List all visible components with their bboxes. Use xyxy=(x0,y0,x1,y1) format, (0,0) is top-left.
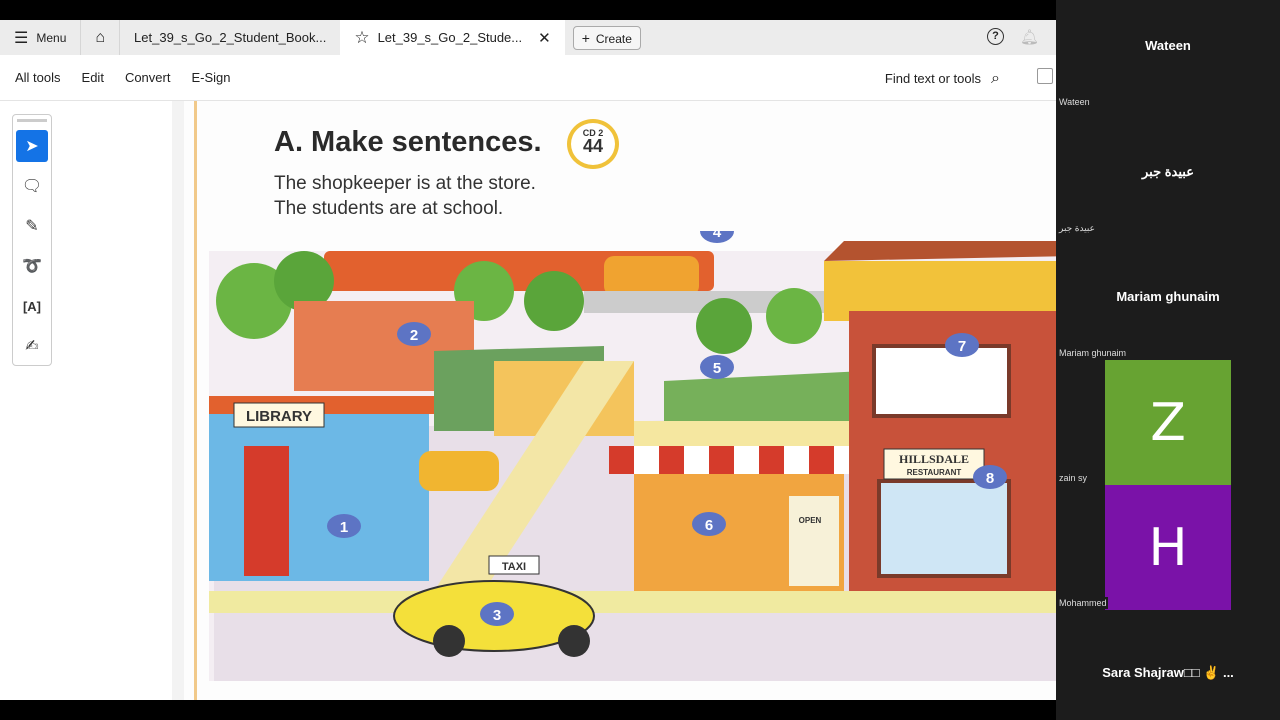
avatar-z[interactable]: Z xyxy=(1105,360,1231,485)
save-icon[interactable] xyxy=(1037,68,1053,84)
example-sentence-2: The students are at school. xyxy=(274,198,504,219)
all-tools-menu[interactable]: All tools xyxy=(15,70,61,85)
participants-panel: Wateen Wateen عبيدة جبر عبيدة جبر Mariam… xyxy=(1056,0,1280,720)
library-sign: LIBRARY xyxy=(246,408,312,425)
participant-name: Mariam ghunaim xyxy=(1116,289,1220,304)
participant-name: Sara Shajraw□□ ✌ ... xyxy=(1102,665,1234,680)
lasso-draw-icon[interactable]: ➰ xyxy=(16,250,48,282)
town-illustration: LIBRARY HILLSDALE RESTAURANT TAXI OPEN 1… xyxy=(209,231,1056,681)
restaurant-sign-1: HILLSDALE xyxy=(899,452,969,466)
badge-3: 3 xyxy=(493,607,501,624)
create-button[interactable]: + Create xyxy=(572,25,641,50)
bell-icon[interactable]: 🔔︎ xyxy=(1020,28,1039,46)
select-tool-icon[interactable]: ➤ xyxy=(16,130,48,162)
tab-bar: ☰ Menu ⌂ Let_39_s_Go_2_Student_Book... ☆ L… xyxy=(0,20,1056,55)
tab-2[interactable]: ☆ Let_39_s_Go_2_Stude... ✕ xyxy=(340,20,565,55)
pdf-viewer: ☰ Menu ⌂ Let_39_s_Go_2_Student_Book... ☆ L… xyxy=(0,20,1056,700)
home-icon: ⌂ xyxy=(95,28,106,46)
text-select-icon[interactable]: [A] xyxy=(16,290,48,322)
tool-panel: ➤ 🗨︎ ✎ ➰ [A] ✍︎ xyxy=(12,114,52,366)
tab-1[interactable]: Let_39_s_Go_2_Student_Book... xyxy=(120,20,340,55)
add-comment-icon[interactable]: 🗨︎ xyxy=(16,170,48,202)
badge-5: 5 xyxy=(713,360,721,377)
cd-badge: CD 2 44 xyxy=(567,119,619,169)
participant-label: zain sy xyxy=(1058,472,1089,484)
participant-name: Wateen xyxy=(1145,38,1191,53)
badge-7: 7 xyxy=(958,338,966,355)
close-icon[interactable]: ✕ xyxy=(538,29,551,47)
hamburger-icon: ☰ xyxy=(14,29,29,47)
home-button[interactable]: ⌂ xyxy=(81,20,121,55)
taxi-sign: TAXI xyxy=(502,561,526,573)
star-icon: ☆ xyxy=(354,27,370,47)
help-icon[interactable]: ? xyxy=(987,28,1004,45)
highlight-pen-icon[interactable]: ✎ xyxy=(16,210,48,242)
pdf-page: A. Make sentences. CD 2 44 The shopkeepe… xyxy=(184,101,1056,700)
participant-label: Mariam ghunaim xyxy=(1058,347,1128,359)
badge-8: 8 xyxy=(986,470,994,487)
menu-button[interactable]: ☰ Menu xyxy=(0,20,82,55)
plus-icon: + xyxy=(581,29,590,46)
exercise-heading: A. Make sentences. xyxy=(274,126,542,158)
participant-label: Mohammed xyxy=(1058,597,1108,609)
esign-menu[interactable]: E-Sign xyxy=(191,70,230,85)
search-icon: ⌕ xyxy=(991,70,1000,87)
badge-6: 6 xyxy=(705,517,713,534)
main-toolbar: All tools Edit Convert E-Sign Find text … xyxy=(0,55,1056,101)
example-sentence-1: The shopkeeper is at the store. xyxy=(274,173,536,194)
badge-4: 4 xyxy=(713,231,722,241)
find-button[interactable]: Find text or tools ⌕ xyxy=(885,70,1000,88)
participant-name: عبيدة جبر xyxy=(1142,164,1194,179)
avatar-h[interactable]: H xyxy=(1105,485,1231,610)
restaurant-sign-2: RESTAURANT xyxy=(907,468,962,477)
sign-icon[interactable]: ✍︎ xyxy=(16,330,48,362)
drag-handle[interactable] xyxy=(17,119,47,122)
edit-menu[interactable]: Edit xyxy=(82,70,104,85)
document-view[interactable]: A. Make sentences. CD 2 44 The shopkeepe… xyxy=(172,101,1056,700)
participant-label: عبيدة جبر xyxy=(1058,222,1096,235)
convert-menu[interactable]: Convert xyxy=(125,70,171,85)
participant-label: Wateen xyxy=(1058,96,1091,108)
open-sign: OPEN xyxy=(799,516,822,525)
badge-1: 1 xyxy=(340,519,348,536)
badge-2: 2 xyxy=(410,327,418,344)
